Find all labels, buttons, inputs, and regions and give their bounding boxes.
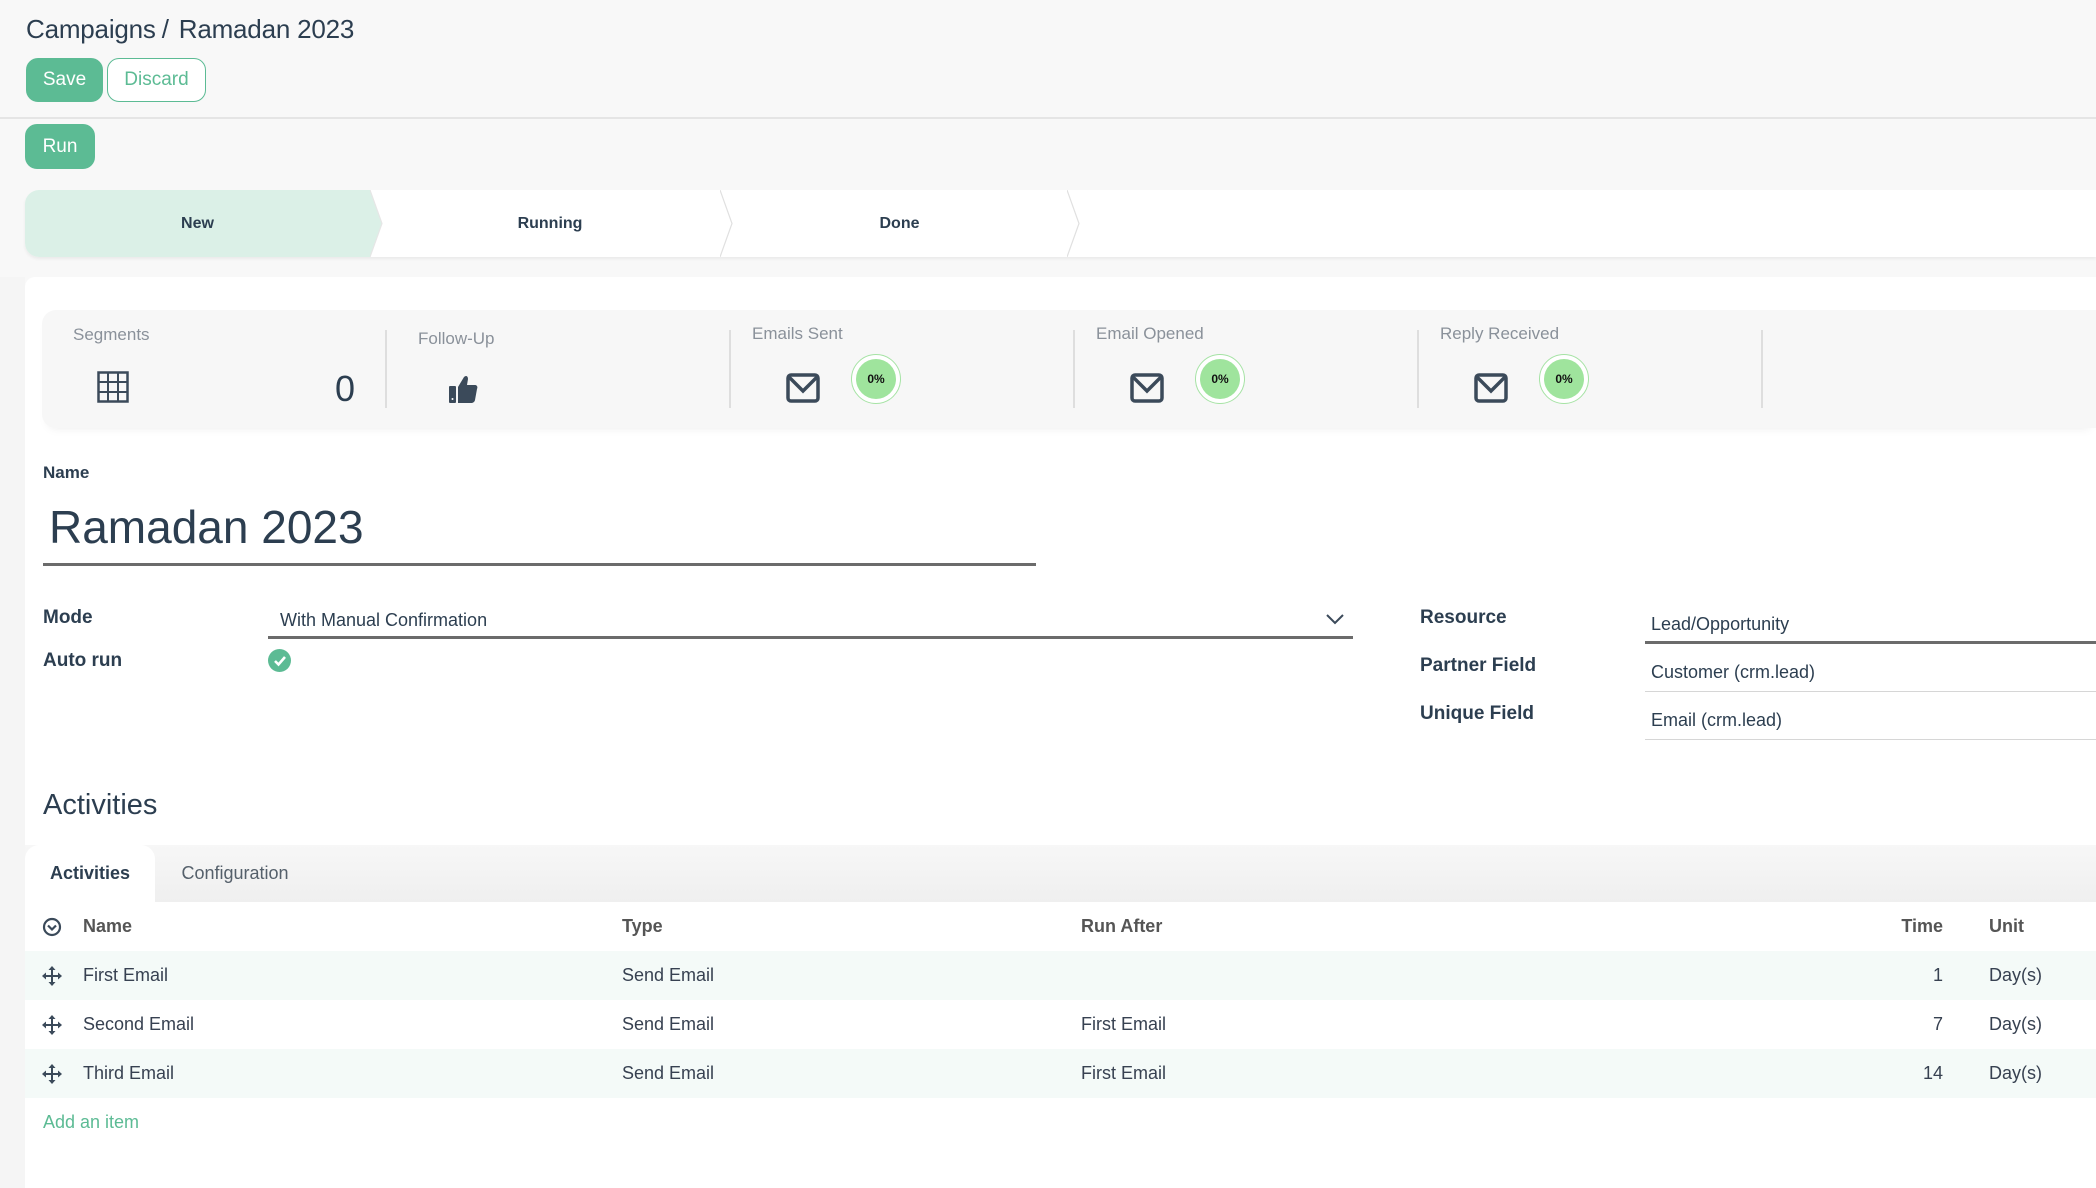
activities-table: Name Type Run After Time Unit First Emai… xyxy=(25,902,2096,1147)
stage-new[interactable]: New xyxy=(25,190,370,257)
stat-label: Segments xyxy=(73,325,150,344)
check-icon xyxy=(273,655,286,666)
segments-count: 0 xyxy=(335,368,356,409)
name-label: Name xyxy=(43,463,90,482)
stat-label: Reply Received xyxy=(1440,324,1560,343)
chevron-down-icon xyxy=(1326,614,1344,625)
activities-heading: Activities xyxy=(43,789,158,821)
stage-label: Running xyxy=(517,214,583,232)
move-arrows-icon xyxy=(42,1014,62,1035)
stat-label: Emails Sent xyxy=(752,324,843,343)
stat-button-reply-received[interactable]: Reply Received 0% xyxy=(1418,310,1763,428)
mode-select[interactable]: With Manual Confirmation xyxy=(268,604,1353,639)
campaign-name-input[interactable]: Ramadan 2023 xyxy=(43,496,1036,566)
breadcrumb-separator: / xyxy=(161,14,169,44)
unique-field-value[interactable]: Email (crm.lead) xyxy=(1645,702,2096,740)
unique-field-label: Unique Field xyxy=(1420,703,1534,724)
cell-type: Send Email xyxy=(622,1014,715,1034)
discard-button[interactable]: Discard xyxy=(107,58,206,102)
stage-arrow xyxy=(1067,190,1080,257)
notebook-tabs: Activities Configuration xyxy=(25,845,2096,902)
partner-field-value[interactable]: Customer (crm.lead) xyxy=(1645,654,2096,692)
stat-label: Email Opened xyxy=(1096,324,1204,343)
table-row[interactable]: First Email Send Email 1 Day(s) xyxy=(25,951,2096,1000)
drag-handle[interactable] xyxy=(42,1049,62,1098)
column-header-name[interactable]: Name xyxy=(83,902,132,951)
cell-unit: Day(s) xyxy=(1989,1063,2042,1083)
header-divider xyxy=(0,117,2096,119)
envelope-icon xyxy=(1130,373,1164,403)
column-header-unit[interactable]: Unit xyxy=(1989,902,2024,951)
circle-chevron-down-icon xyxy=(42,917,62,936)
status-bar: New Running Done xyxy=(25,190,2096,257)
progress-value: 0% xyxy=(856,359,896,399)
cell-type: Send Email xyxy=(622,1063,715,1083)
cell-run-after: First Email xyxy=(1081,1014,1166,1034)
auto-run-label: Auto run xyxy=(43,650,123,671)
cell-name: First Email xyxy=(83,965,168,985)
move-arrows-icon xyxy=(42,965,62,986)
drag-handle[interactable] xyxy=(42,951,62,1000)
stage-arrow xyxy=(720,190,733,257)
stage-label: New xyxy=(181,214,214,232)
email-opened-progress: 0% xyxy=(1195,354,1245,404)
partner-field-label: Partner Field xyxy=(1420,655,1537,676)
left-gutter xyxy=(0,277,25,1188)
move-arrows-icon xyxy=(42,1063,62,1084)
progress-value: 0% xyxy=(1200,359,1240,399)
cell-time: 1 xyxy=(1932,965,1943,985)
stat-button-email-opened[interactable]: Email Opened 0% xyxy=(1074,310,1419,428)
stat-button-follow-up[interactable]: Follow-Up xyxy=(386,310,731,428)
stat-buttons-box: Segments 0 Follow-Up Emails Sent 0% Emai… xyxy=(42,310,2096,428)
auto-run-checkbox[interactable] xyxy=(268,649,291,672)
save-button[interactable]: Save xyxy=(26,58,103,102)
resource-field[interactable]: Lead/Opportunity xyxy=(1645,606,2096,644)
tab-configuration[interactable]: Configuration xyxy=(155,845,315,902)
thumbs-up-icon xyxy=(449,375,478,403)
table-header: Name Type Run After Time Unit xyxy=(25,902,2096,951)
stat-label: Follow-Up xyxy=(418,329,495,348)
column-header-type[interactable]: Type xyxy=(622,902,663,951)
run-button[interactable]: Run xyxy=(25,124,95,169)
stat-button-segments[interactable]: Segments 0 xyxy=(42,310,387,428)
progress-value: 0% xyxy=(1544,359,1584,399)
envelope-icon xyxy=(1474,373,1508,403)
stat-button-emails-sent[interactable]: Emails Sent 0% xyxy=(730,310,1075,428)
table-row[interactable]: Third Email Send Email First Email 14 Da… xyxy=(25,1049,2096,1098)
stage-label: Done xyxy=(879,214,920,232)
optional-columns-toggle[interactable] xyxy=(42,902,62,951)
resource-label: Resource xyxy=(1420,607,1507,628)
cell-unit: Day(s) xyxy=(1989,965,2042,985)
column-header-time[interactable]: Time xyxy=(1863,902,1943,951)
stage-arrow xyxy=(370,190,383,257)
cell-name: Second Email xyxy=(83,1014,195,1034)
table-row[interactable]: Second Email Send Email First Email 7 Da… xyxy=(25,1000,2096,1049)
cell-type: Send Email xyxy=(622,965,715,985)
envelope-icon xyxy=(786,373,820,403)
cell-time: 14 xyxy=(1922,1063,1943,1083)
breadcrumb: Campaigns / Ramadan 2023 xyxy=(26,14,354,45)
column-header-run-after[interactable]: Run After xyxy=(1081,902,1162,951)
mode-label: Mode xyxy=(43,607,93,628)
breadcrumb-parent-link[interactable]: Campaigns xyxy=(26,14,156,44)
breadcrumb-current: Ramadan 2023 xyxy=(178,14,355,44)
cell-time: 7 xyxy=(1932,1014,1943,1034)
tab-activities[interactable]: Activities xyxy=(25,845,155,902)
mode-value: With Manual Confirmation xyxy=(280,610,488,630)
stage-done[interactable]: Done xyxy=(737,190,1062,257)
cell-name: Third Email xyxy=(83,1063,175,1083)
stat-divider xyxy=(1761,330,1763,408)
stage-running[interactable]: Running xyxy=(385,190,715,257)
add-item-link[interactable]: Add an item xyxy=(25,1098,2096,1147)
cell-run-after: First Email xyxy=(1081,1063,1166,1083)
emails-sent-progress: 0% xyxy=(851,354,901,404)
cell-unit: Day(s) xyxy=(1989,1014,2042,1034)
drag-handle[interactable] xyxy=(42,1000,62,1049)
reply-received-progress: 0% xyxy=(1539,354,1589,404)
table-grid-icon xyxy=(97,371,129,403)
